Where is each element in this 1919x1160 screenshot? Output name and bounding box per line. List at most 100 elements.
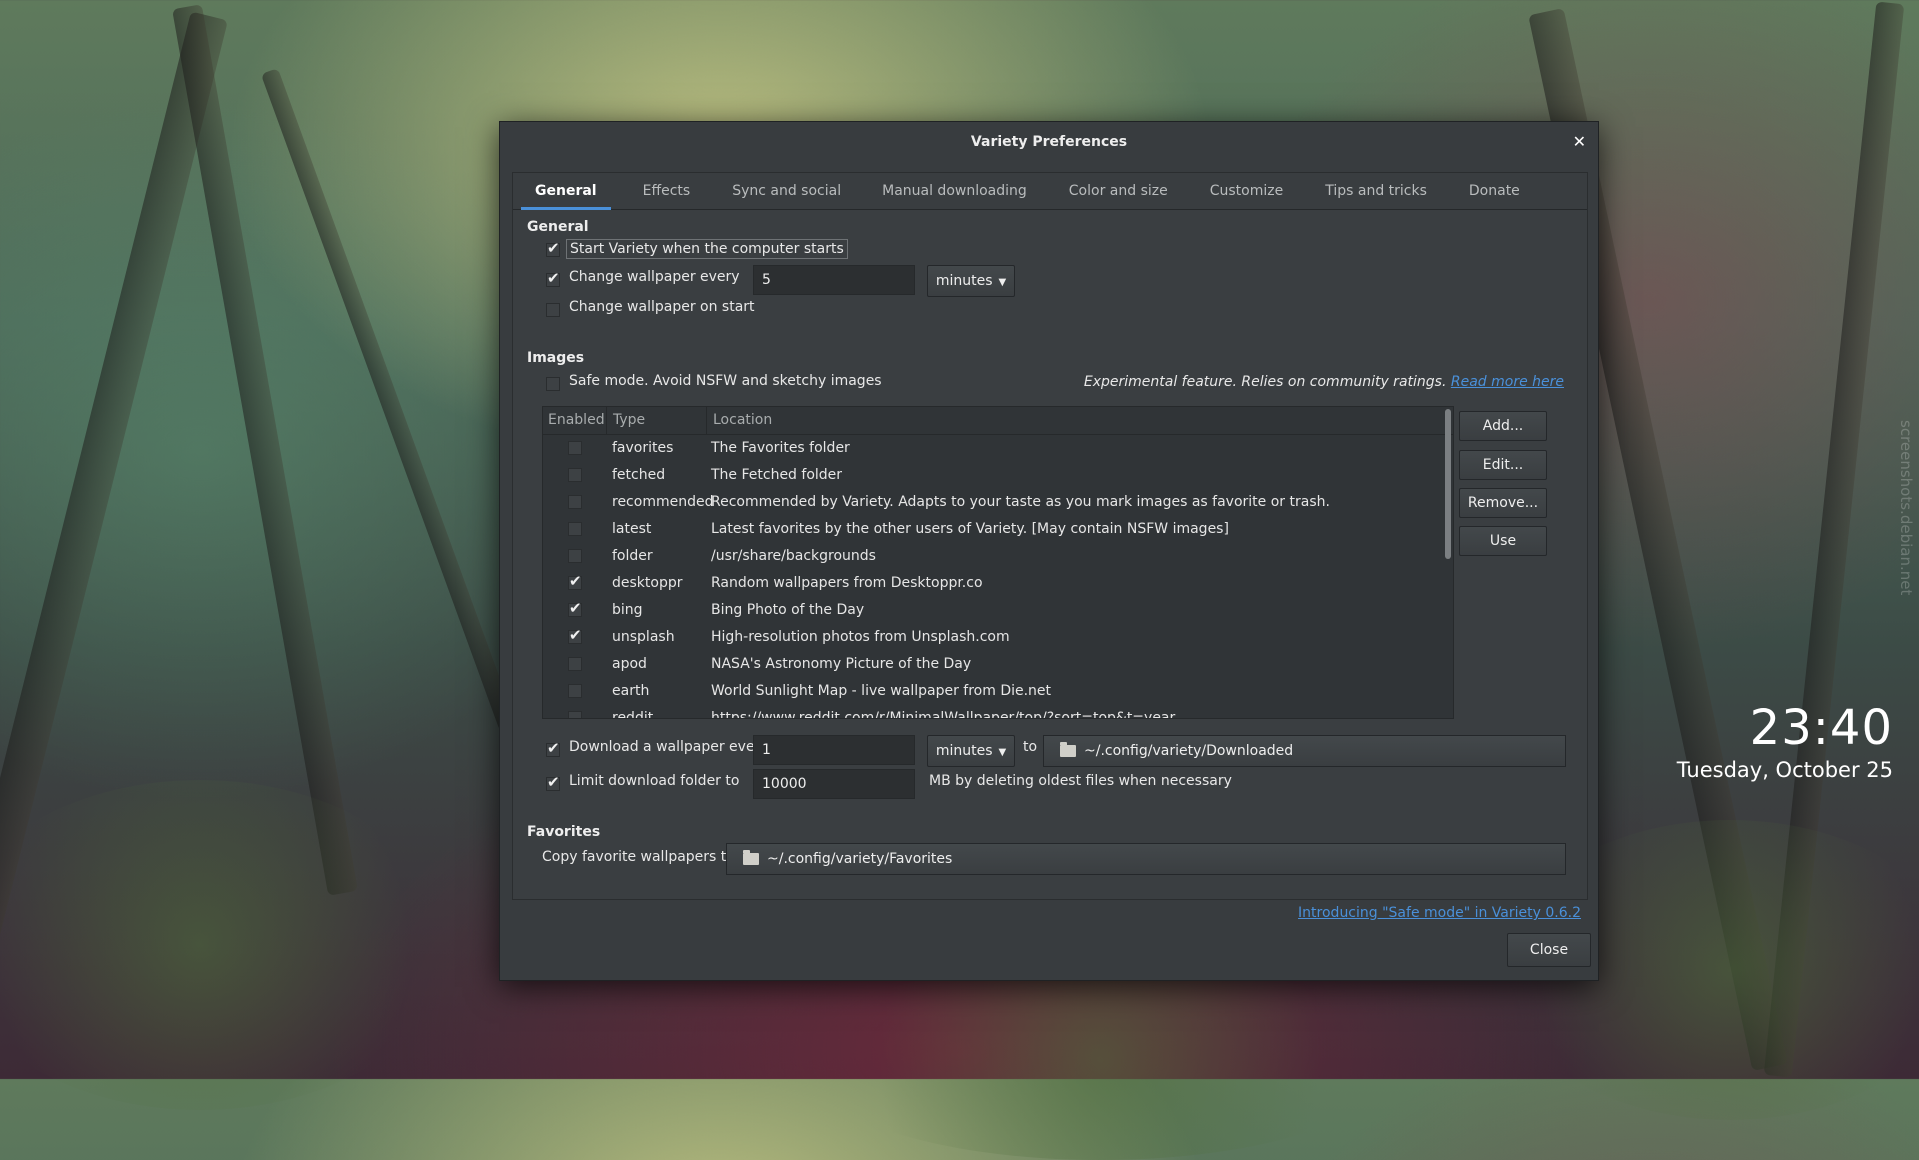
remove-source-button[interactable]: Remove... bbox=[1459, 488, 1547, 518]
tab-sync-and-social[interactable]: Sync and social bbox=[712, 173, 862, 209]
tab-customize[interactable]: Customize bbox=[1189, 173, 1305, 209]
source-location: World Sunlight Map - live wallpaper from… bbox=[711, 683, 1052, 699]
change-interval-input[interactable]: 5 bbox=[753, 265, 915, 295]
clock-date: Tuesday, October 25 bbox=[1676, 758, 1893, 782]
window-title: Variety Preferences bbox=[970, 134, 1128, 150]
download-unit-value: minutes bbox=[935, 743, 993, 759]
sources-list-header: Enabled Type Location bbox=[543, 407, 1453, 435]
tab-manual-downloading[interactable]: Manual downloading bbox=[862, 173, 1048, 209]
limit-size-input[interactable]: 10000 bbox=[753, 769, 915, 799]
source-type: desktoppr bbox=[612, 575, 683, 591]
close-button[interactable]: Close bbox=[1507, 933, 1591, 967]
tab-effects[interactable]: Effects bbox=[619, 173, 713, 209]
change-unit-dropdown[interactable]: minutes ▼ bbox=[927, 265, 1015, 297]
sources-list-body: favorites The Favorites folder fetched The … bbox=[543, 435, 1453, 719]
favorites-folder-chooser[interactable]: ~/.config/variety/Favorites bbox=[726, 843, 1566, 875]
source-row-recommended[interactable]: recommended Recommended by Variety. Adapt… bbox=[543, 489, 1453, 516]
notebook: General Effects Sync and social Manual d… bbox=[512, 172, 1588, 900]
source-enabled-checkbox[interactable] bbox=[568, 626, 582, 644]
source-enabled-checkbox[interactable] bbox=[568, 657, 582, 671]
source-row-reddit[interactable]: reddit https://www.reddit.com/r/MinimalWa… bbox=[543, 705, 1453, 719]
source-row-latest[interactable]: latest Latest favorites by the other user… bbox=[543, 516, 1453, 543]
edit-source-button[interactable]: Edit... bbox=[1459, 450, 1547, 480]
source-enabled-checkbox[interactable] bbox=[568, 522, 582, 536]
tab-donate[interactable]: Donate bbox=[1448, 173, 1534, 209]
source-location: Random wallpapers from Desktoppr.co bbox=[711, 575, 983, 591]
source-enabled-checkbox[interactable] bbox=[568, 495, 582, 509]
start-on-login-label[interactable]: Start Variety when the computer starts bbox=[566, 239, 848, 259]
folder-icon bbox=[743, 850, 759, 865]
source-row-favorites[interactable]: favorites The Favorites folder bbox=[543, 435, 1453, 462]
source-type: unsplash bbox=[612, 629, 675, 645]
source-row-fetched[interactable]: fetched The Fetched folder bbox=[543, 462, 1453, 489]
source-row-desktoppr[interactable]: desktoppr Random wallpapers from Desktopp… bbox=[543, 570, 1453, 597]
tab-tips-and-tricks[interactable]: Tips and tricks bbox=[1304, 173, 1448, 209]
change-every-label[interactable]: Change wallpaper every bbox=[569, 269, 740, 285]
source-type: latest bbox=[612, 521, 652, 537]
source-type: apod bbox=[612, 656, 647, 672]
favorites-folder-path: ~/.config/variety/Favorites bbox=[767, 851, 953, 867]
use-source-button[interactable]: Use bbox=[1459, 526, 1547, 556]
intro-safe-mode-link[interactable]: Introducing "Safe mode" in Variety 0.6.2 bbox=[1298, 905, 1581, 921]
source-row-folder[interactable]: folder/usr/share/backgrounds bbox=[543, 543, 1453, 570]
source-location: Recommended by Variety. Adapts to your t… bbox=[711, 494, 1330, 510]
tab-general[interactable]: General bbox=[513, 173, 619, 210]
watermark-text: screenshots.debian.net bbox=[1897, 420, 1915, 596]
folder-icon bbox=[1060, 742, 1076, 757]
download-to-label: to bbox=[1023, 739, 1038, 755]
source-enabled-checkbox[interactable] bbox=[568, 441, 582, 455]
sources-scrollbar[interactable] bbox=[1443, 407, 1451, 718]
source-location: High-resolution photos from Unsplash.com bbox=[711, 629, 1010, 645]
scrollbar-thumb[interactable] bbox=[1445, 409, 1451, 559]
close-window-icon[interactable]: ✕ bbox=[1573, 122, 1586, 162]
limit-folder-checkbox[interactable] bbox=[546, 773, 560, 791]
change-every-checkbox[interactable] bbox=[546, 269, 560, 287]
source-type: reddit bbox=[612, 710, 654, 719]
read-more-link[interactable]: Read more here bbox=[1451, 374, 1564, 390]
source-location: https://www.reddit.com/r/MinimalWallpape… bbox=[711, 710, 1176, 719]
column-enabled[interactable]: Enabled bbox=[548, 412, 605, 428]
chevron-down-icon: ▼ bbox=[998, 277, 1007, 288]
clock-time: 23:40 bbox=[1749, 700, 1893, 756]
change-on-start-checkbox[interactable] bbox=[546, 303, 560, 317]
source-row-apod[interactable]: apod NASA's Astronomy Picture of the Day bbox=[543, 651, 1453, 678]
safe-mode-checkbox[interactable] bbox=[546, 377, 560, 391]
download-label[interactable]: Download a wallpaper every bbox=[569, 739, 769, 755]
copy-favorites-label: Copy favorite wallpapers to bbox=[542, 849, 735, 865]
sources-list: Enabled Type Location favorites The Favor… bbox=[542, 406, 1454, 719]
column-divider bbox=[606, 407, 607, 434]
download-checkbox[interactable] bbox=[546, 739, 560, 757]
chevron-down-icon: ▼ bbox=[998, 747, 1007, 758]
column-divider bbox=[706, 407, 707, 434]
download-folder-chooser[interactable]: ~/.config/variety/Downloaded bbox=[1043, 735, 1566, 767]
general-section-title: General bbox=[527, 219, 589, 235]
source-enabled-checkbox[interactable] bbox=[568, 549, 582, 563]
source-enabled-checkbox[interactable] bbox=[568, 468, 582, 482]
source-enabled-checkbox[interactable] bbox=[568, 711, 582, 718]
source-row-unsplash[interactable]: unsplash High-resolution photos from Unsp… bbox=[543, 624, 1453, 651]
source-type: bing bbox=[612, 602, 643, 618]
source-type: favorites bbox=[612, 440, 674, 456]
source-location: Latest favorites by the other users of V… bbox=[711, 521, 1229, 537]
column-location[interactable]: Location bbox=[713, 412, 772, 428]
change-on-start-label[interactable]: Change wallpaper on start bbox=[569, 299, 755, 315]
source-location: /usr/share/backgrounds bbox=[711, 548, 876, 564]
source-type: recommended bbox=[612, 494, 714, 510]
source-row-earth[interactable]: earth World Sunlight Map - live wallpaper… bbox=[543, 678, 1453, 705]
download-unit-dropdown[interactable]: minutes ▼ bbox=[927, 735, 1015, 767]
change-unit-value: minutes bbox=[935, 273, 993, 289]
source-enabled-checkbox[interactable] bbox=[568, 572, 582, 590]
column-type[interactable]: Type bbox=[613, 412, 645, 428]
download-interval-input[interactable]: 1 bbox=[753, 735, 915, 765]
limit-folder-label[interactable]: Limit download folder to bbox=[569, 773, 739, 789]
tab-color-and-size[interactable]: Color and size bbox=[1048, 173, 1189, 209]
titlebar[interactable]: Variety Preferences ✕ bbox=[500, 122, 1598, 162]
source-enabled-checkbox[interactable] bbox=[568, 684, 582, 698]
add-source-button[interactable]: Add... bbox=[1459, 411, 1547, 441]
safe-mode-note: Experimental feature. Relies on communit… bbox=[1084, 374, 1564, 390]
start-on-login-checkbox[interactable] bbox=[546, 239, 560, 257]
safe-mode-label[interactable]: Safe mode. Avoid NSFW and sketchy images bbox=[569, 373, 882, 389]
source-row-bing[interactable]: bing Bing Photo of the Day bbox=[543, 597, 1453, 624]
fern-foliage bbox=[0, 780, 450, 1110]
source-enabled-checkbox[interactable] bbox=[568, 599, 582, 617]
